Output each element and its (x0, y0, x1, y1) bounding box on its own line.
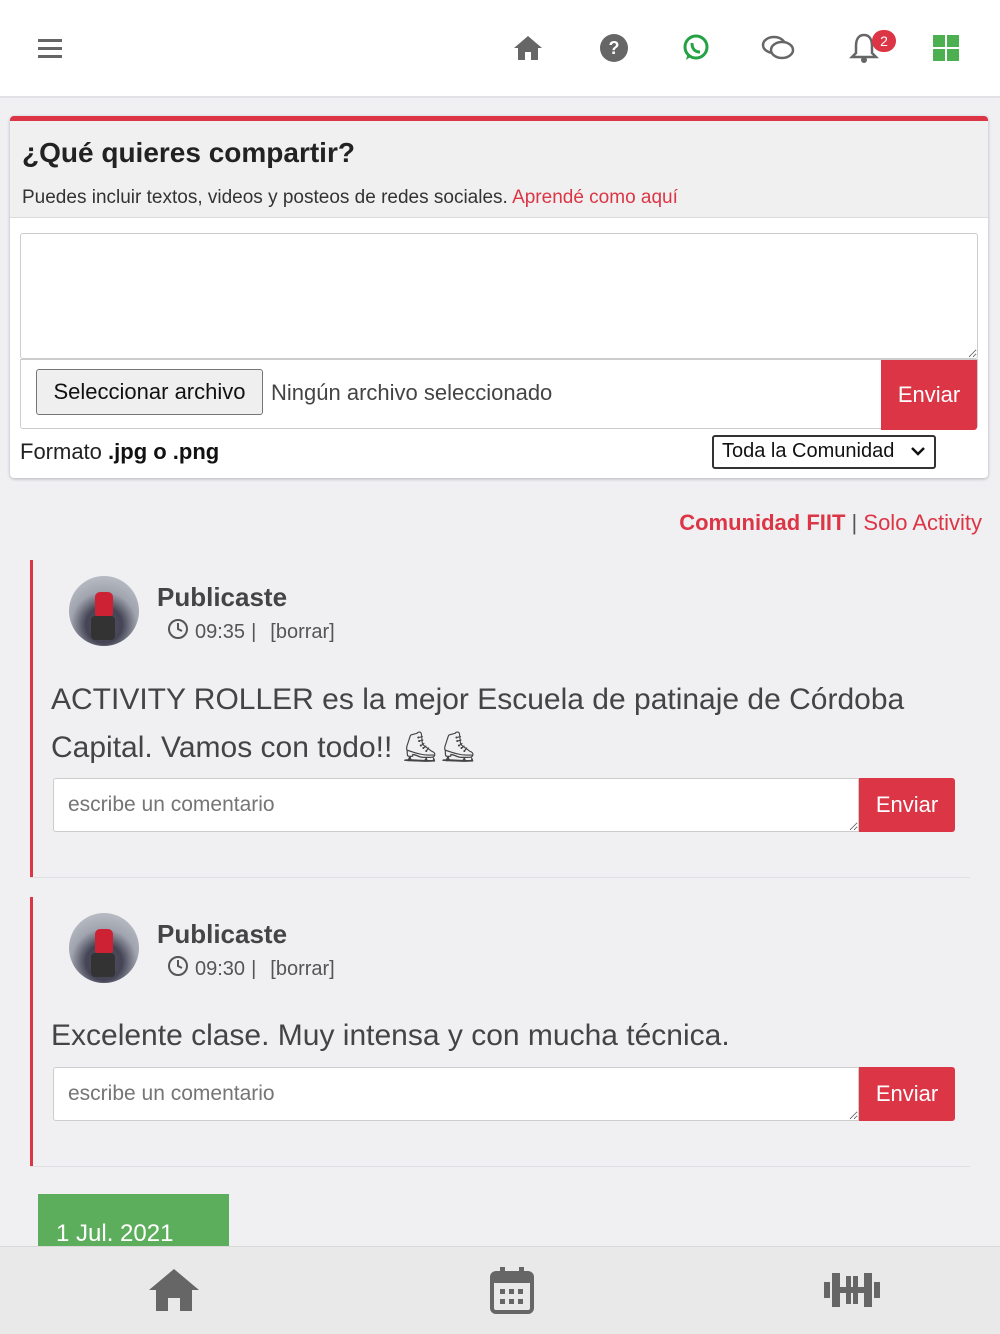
format-value: .jpg o .png (108, 439, 220, 464)
feed-filter: Comunidad FIIT | Solo Activity (679, 510, 982, 536)
share-card: ¿Qué quieres compartir? Puedes incluir t… (10, 116, 988, 478)
date-tag: 1 Jul. 2021 (38, 1194, 229, 1254)
post-body: Excelente clase. Muy intensa y con mucha… (51, 1019, 730, 1052)
svg-text:?: ? (609, 38, 620, 58)
post-divider (30, 1166, 970, 1167)
avatar (69, 913, 139, 983)
apps-icon[interactable] (928, 30, 964, 66)
home-icon[interactable] (510, 30, 546, 66)
format-prefix: Formato (20, 439, 102, 464)
scope-selected: Toda la Comunidad (722, 440, 895, 462)
post-card: Publicaste 09:35 | [borrar] ACTIVITY ROL… (30, 560, 970, 878)
bottom-nav (0, 1246, 1000, 1334)
post-meta: 09:35 | [borrar] (167, 618, 335, 646)
clock-icon (167, 955, 189, 983)
avatar (69, 576, 139, 646)
post-author: Publicaste (157, 582, 288, 612)
help-icon[interactable]: ? (596, 30, 632, 66)
top-bar: ? 2 (0, 0, 1000, 98)
delete-link[interactable]: [borrar] (270, 621, 334, 644)
post-author: Publicaste (157, 919, 288, 949)
post-time: 09:35 (195, 620, 246, 643)
filter-community-link[interactable]: Comunidad FIIT (679, 510, 845, 535)
scope-select[interactable]: Toda la Comunidad (712, 435, 936, 469)
comment-send-button[interactable]: Enviar (859, 1067, 955, 1121)
comment-send-button[interactable]: Enviar (859, 778, 955, 832)
calendar-icon[interactable] (482, 1263, 542, 1317)
select-file-button[interactable]: Seleccionar archivo (36, 369, 263, 415)
post-time: 09:30 (195, 957, 246, 980)
post-card: Publicaste 09:30 | [borrar] Excelente cl… (30, 897, 970, 1167)
format-note: Formato .jpg o .png (20, 439, 219, 465)
home-icon[interactable] (144, 1263, 204, 1317)
post-divider (30, 877, 970, 878)
post-body: ACTIVITY ROLLER es la mejor Escuela de p… (51, 683, 905, 764)
share-textarea[interactable] (20, 233, 978, 359)
filter-separator: | (851, 510, 858, 535)
share-title: ¿Qué quieres compartir? (22, 137, 355, 168)
comment-input[interactable] (53, 1067, 859, 1121)
share-subtitle: Puedes incluir textos, videos y posteos … (22, 187, 976, 209)
share-send-button[interactable]: Enviar (881, 360, 977, 430)
meta-separator: | (251, 620, 257, 643)
filter-solo-link[interactable]: Solo Activity (863, 510, 982, 535)
file-upload-row: Seleccionar archivo Ningún archivo selec… (20, 359, 978, 430)
delete-link[interactable]: [borrar] (270, 958, 334, 981)
dumbbell-icon[interactable] (822, 1263, 882, 1317)
notification-badge: 2 (872, 30, 896, 52)
post-meta: 09:30 | [borrar] (167, 955, 335, 983)
hamburger-icon[interactable] (32, 30, 68, 66)
whatsapp-icon[interactable] (678, 30, 714, 66)
learn-how-link[interactable]: Aprendé como aquí (512, 187, 678, 208)
chat-icon[interactable] (760, 30, 796, 66)
chevron-down-icon (910, 440, 926, 467)
file-status: Ningún archivo seleccionado (271, 380, 553, 405)
share-subtitle-text: Puedes incluir textos, videos y posteos … (22, 187, 508, 208)
comment-input[interactable] (53, 778, 859, 832)
meta-separator: | (251, 957, 257, 980)
clock-icon (167, 618, 189, 646)
share-header: ¿Qué quieres compartir? Puedes incluir t… (10, 121, 988, 218)
